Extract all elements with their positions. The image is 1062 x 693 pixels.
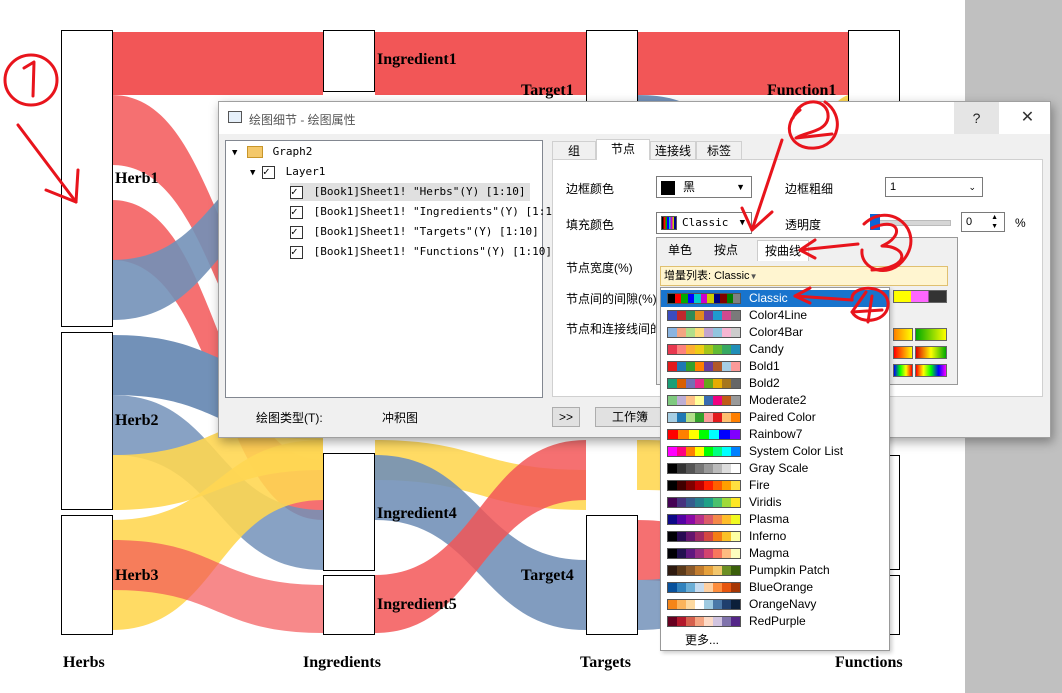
annotation-digit-3 (870, 222, 904, 272)
handwritten-annotations (3, 53, 913, 324)
tab-node[interactable]: 节点 (596, 139, 650, 160)
annotation-digit-2 (791, 100, 834, 140)
annotation-digit-1 (22, 60, 36, 98)
